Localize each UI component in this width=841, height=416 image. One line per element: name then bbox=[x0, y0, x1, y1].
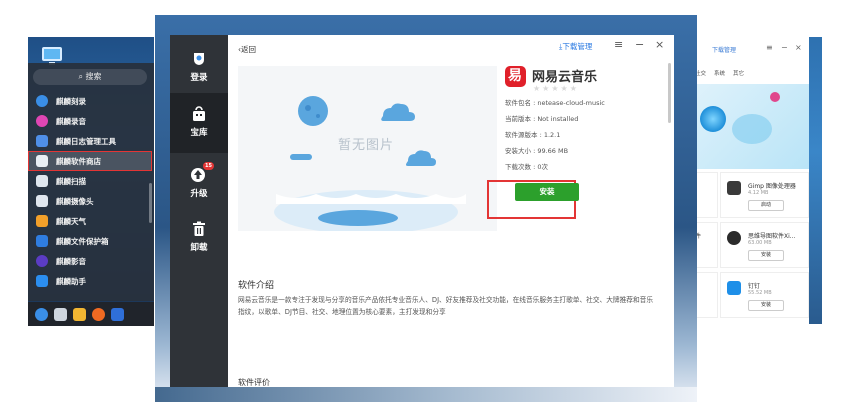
taskbar bbox=[28, 302, 154, 326]
app-icon bbox=[36, 175, 48, 187]
close-icon[interactable]: × bbox=[795, 43, 802, 52]
store-sidebar: 登录 宝库 15 升级 卸载 bbox=[170, 35, 228, 387]
current-version: 当前版本 : Not installed bbox=[505, 115, 579, 123]
gimp-icon bbox=[727, 181, 741, 195]
menu-item-camera[interactable]: 麒麟摄像头 bbox=[28, 191, 148, 211]
office-icon[interactable] bbox=[111, 307, 124, 321]
search-icon: ⌕ bbox=[78, 72, 86, 81]
xmind-icon bbox=[727, 231, 741, 245]
reviews-title: 软件评价 bbox=[238, 378, 270, 387]
app-icon bbox=[36, 95, 48, 107]
menu-item-file-vault[interactable]: 麒麟文件保护箱 bbox=[28, 231, 148, 251]
app-icon bbox=[36, 135, 48, 147]
app-icon bbox=[36, 155, 48, 167]
menu-item-weather[interactable]: 麒麟天气 bbox=[28, 211, 148, 231]
disc-graphic bbox=[700, 106, 726, 132]
software-store-screenshot: 登录 宝库 15 升级 卸载 ‹返回 ⤓下载管理 ≡ − × 暂无图片 易 网易… bbox=[155, 15, 697, 402]
close-icon[interactable]: × bbox=[655, 38, 664, 51]
app-card-gimp[interactable]: Gimp 图像处理器 4.12 MB 启动 bbox=[720, 172, 809, 218]
menu-item-recorder[interactable]: 麒麟录音 bbox=[28, 111, 148, 131]
menu-item-media-player[interactable]: 麒麟影音 bbox=[28, 251, 148, 271]
netease-music-logo: 易 bbox=[505, 66, 526, 87]
app-icon bbox=[36, 215, 48, 227]
dingtalk-icon bbox=[727, 281, 741, 295]
monitor-icon bbox=[42, 47, 62, 65]
source-version: 软件源版本 : 1.2.1 bbox=[505, 131, 561, 139]
launch-button[interactable]: 启动 bbox=[748, 200, 784, 211]
menu-icon[interactable]: ≡ bbox=[766, 43, 773, 52]
sidebar-item-login[interactable]: 登录 bbox=[170, 45, 228, 91]
start-icon[interactable] bbox=[35, 307, 48, 321]
no-image-text: 暂无图片 bbox=[338, 138, 395, 153]
promo-banner[interactable] bbox=[692, 84, 809, 169]
app-card-dingtalk[interactable]: 钉钉 55.52 MB 安装 bbox=[720, 272, 809, 318]
start-menu-screenshot: ⌕ 搜索 麒麟刻录 麒麟录音 麒麟日志管理工具 麒麟软件商店 麒麟扫描 麒麟摄像… bbox=[28, 37, 154, 326]
screenshot-placeholder: 暂无图片 bbox=[238, 66, 497, 231]
app-icon bbox=[36, 235, 48, 247]
menu-item-software-store[interactable]: 麒麟软件商店 bbox=[28, 151, 152, 171]
intro-text: 网易云音乐是一款专注于发现与分享的音乐产品依托专业音乐人、DJ、好友推荐及社交功… bbox=[238, 296, 654, 316]
screenshot-stage: ⌕ 搜索 麒麟刻录 麒麟录音 麒麟日志管理工具 麒麟软件商店 麒麟扫描 麒麟摄像… bbox=[0, 0, 841, 416]
store-icon bbox=[193, 106, 205, 121]
install-size: 安装大小 : 99.66 MB bbox=[505, 147, 569, 155]
menu-item-burner[interactable]: 麒麟刻录 bbox=[28, 91, 148, 111]
store-content: ‹返回 ⤓下载管理 ≡ − × 暂无图片 易 网易云音乐 ★★★★★ 软件包名 … bbox=[228, 35, 674, 387]
install-button[interactable]: 安装 bbox=[748, 250, 784, 261]
trash-icon bbox=[193, 221, 205, 236]
intro-title: 软件介绍 bbox=[238, 281, 275, 291]
menu-icon[interactable]: ≡ bbox=[614, 38, 623, 51]
wallpaper-strip bbox=[155, 387, 697, 402]
package-name: 软件包名 : netease-cloud-music bbox=[505, 99, 605, 107]
multitask-icon[interactable] bbox=[54, 307, 67, 321]
sidebar-item-uninstall[interactable]: 卸载 bbox=[170, 215, 228, 261]
app-icon bbox=[36, 255, 48, 267]
sidebar-item-store[interactable]: 宝库 bbox=[170, 93, 228, 153]
background-titlebar: 下载管理 ≡ − × bbox=[692, 37, 809, 59]
background-store-window: 下载管理 ≡ − × 社交 系统 其它 件 Gimp 图像处理器 4.12 MB… bbox=[692, 37, 809, 324]
tab-system[interactable]: 系统 bbox=[714, 69, 725, 77]
menu-item-scanner[interactable]: 麒麟扫描 bbox=[28, 171, 148, 191]
download-manager-link[interactable]: ⤓下载管理 bbox=[559, 41, 592, 52]
back-link[interactable]: ‹返回 bbox=[238, 44, 256, 55]
upgrade-badge: 15 bbox=[203, 162, 214, 170]
background-store-screenshot: 下载管理 ≡ − × 社交 系统 其它 件 Gimp 图像处理器 4.12 MB… bbox=[692, 37, 822, 324]
app-name: 网易云音乐 bbox=[532, 70, 598, 85]
category-tabs: 社交 系统 其它 bbox=[692, 69, 809, 77]
banner-decoration bbox=[770, 92, 780, 102]
app-icon bbox=[36, 275, 48, 287]
start-menu: ⌕ 搜索 麒麟刻录 麒麟录音 麒麟日志管理工具 麒麟软件商店 麒麟扫描 麒麟摄像… bbox=[28, 63, 154, 301]
sidebar-item-upgrade[interactable]: 15 升级 bbox=[170, 161, 228, 207]
menu-scrollbar[interactable] bbox=[149, 183, 152, 223]
browser-icon[interactable] bbox=[92, 307, 105, 321]
start-menu-search[interactable]: ⌕ 搜索 bbox=[33, 69, 147, 85]
app-icon bbox=[36, 115, 48, 127]
tab-other[interactable]: 其它 bbox=[733, 69, 744, 77]
minimize-icon[interactable]: − bbox=[781, 43, 788, 52]
install-button[interactable]: 安装 bbox=[515, 183, 579, 201]
banner-decoration bbox=[732, 114, 772, 144]
content-scrollbar[interactable] bbox=[668, 63, 671, 123]
menu-item-assistant[interactable]: 麒麟助手 bbox=[28, 271, 148, 291]
logo-glyph: 易 bbox=[508, 68, 522, 84]
folder-icon[interactable] bbox=[73, 307, 86, 321]
minimize-icon[interactable]: − bbox=[635, 38, 644, 51]
app-card-xmind[interactable]: 思维导图软件Xi... 63.00 MB 安装 bbox=[720, 222, 809, 268]
software-store-window: 登录 宝库 15 升级 卸载 ‹返回 ⤓下载管理 ≡ − × 暂无图片 易 网易… bbox=[170, 35, 674, 387]
user-icon bbox=[194, 53, 204, 65]
install-button[interactable]: 安装 bbox=[748, 300, 784, 311]
rating-stars: ★★★★★ bbox=[533, 84, 579, 93]
app-icon bbox=[36, 195, 48, 207]
download-count: 下载次数 : 0次 bbox=[505, 163, 548, 171]
download-manager-link[interactable]: 下载管理 bbox=[712, 45, 736, 54]
menu-item-log-tool[interactable]: 麒麟日志管理工具 bbox=[28, 131, 148, 151]
